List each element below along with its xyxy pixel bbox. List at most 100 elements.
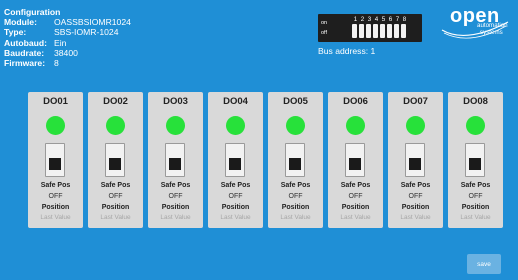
dip-number: 5 — [381, 16, 386, 23]
output-toggle-switch[interactable] — [285, 143, 305, 177]
channel-name: DO03 — [163, 96, 188, 107]
dip-off-label: off — [321, 30, 328, 36]
safe-pos-value[interactable]: OFF — [448, 193, 503, 200]
dip-number: 8 — [402, 16, 407, 23]
safe-pos-label: Safe Pos — [340, 182, 371, 189]
output-toggle-switch[interactable] — [465, 143, 485, 177]
channel-name: DO07 — [403, 96, 428, 107]
toggle-knob — [229, 158, 241, 170]
position-value[interactable]: Last Value — [448, 214, 503, 221]
configuration-title: Configuration — [4, 7, 61, 17]
config-value: Ein — [54, 37, 67, 48]
channel-card-do02: DO02 Safe Pos OFF Position Last Value — [88, 92, 143, 228]
toggle-knob — [409, 158, 421, 170]
dip-switch-lever — [401, 24, 406, 38]
channel-card-do07: DO07 Safe Pos OFF Position Last Value — [388, 92, 443, 228]
dip-switch-lever — [394, 24, 399, 38]
position-label: Position — [461, 204, 490, 211]
configuration-panel: Configuration Module: OASSBSIOMR1024 Typ… — [4, 7, 131, 68]
channel-name: DO04 — [223, 96, 248, 107]
toggle-knob — [49, 158, 61, 170]
dip-switch-lever — [373, 24, 378, 38]
output-toggle-switch[interactable] — [405, 143, 425, 177]
safe-pos-value[interactable]: OFF — [388, 193, 443, 200]
position-value[interactable]: Last Value — [28, 214, 83, 221]
config-row-type: Type: SBS-IOMR-1024 — [4, 27, 131, 37]
config-key: Type: — [4, 27, 27, 38]
channel-card-do03: DO03 Safe Pos OFF Position Last Value — [148, 92, 203, 228]
logo-line-1: automation — [477, 22, 508, 29]
safe-pos-label: Safe Pos — [40, 182, 71, 189]
position-label: Position — [101, 204, 130, 211]
channel-name: DO06 — [343, 96, 368, 107]
safe-pos-value[interactable]: OFF — [208, 193, 263, 200]
config-value: OASSBSIOMR1024 — [54, 17, 131, 28]
position-value[interactable]: Last Value — [388, 214, 443, 221]
logo-line-2: systems — [480, 29, 503, 36]
status-led-icon — [346, 116, 365, 135]
dip-switch-lever — [359, 24, 364, 38]
config-row-module: Module: OASSBSIOMR1024 — [4, 17, 131, 27]
dip-switch-lever — [387, 24, 392, 38]
channel-card-do06: DO06 Safe Pos OFF Position Last Value — [328, 92, 383, 228]
position-label: Position — [401, 204, 430, 211]
position-label: Position — [281, 204, 310, 211]
position-value[interactable]: Last Value — [88, 214, 143, 221]
dip-switch-lever — [352, 24, 357, 38]
config-row-baudrate: Baudrate: 38400 — [4, 48, 131, 58]
toggle-knob — [289, 158, 301, 170]
position-label: Position — [41, 204, 70, 211]
toggle-knob — [169, 158, 181, 170]
safe-pos-value[interactable]: OFF — [28, 193, 83, 200]
position-label: Position — [341, 204, 370, 211]
status-led-icon — [226, 116, 245, 135]
channel-name: DO05 — [283, 96, 308, 107]
dip-switch-lever — [380, 24, 385, 38]
channel-list: DO01 Safe Pos OFF Position Last Value DO… — [28, 92, 503, 228]
dip-on-label: on — [321, 20, 328, 26]
channel-card-do04: DO04 Safe Pos OFF Position Last Value — [208, 92, 263, 228]
output-toggle-switch[interactable] — [345, 143, 365, 177]
safe-pos-label: Safe Pos — [220, 182, 251, 189]
position-value[interactable]: Last Value — [268, 214, 323, 221]
status-led-icon — [406, 116, 425, 135]
status-led-icon — [466, 116, 485, 135]
safe-pos-value[interactable]: OFF — [148, 193, 203, 200]
safe-pos-label: Safe Pos — [280, 182, 311, 189]
config-value: 8 — [54, 58, 59, 69]
toggle-knob — [469, 158, 481, 170]
save-button[interactable]: save — [467, 254, 501, 274]
channel-name: DO02 — [103, 96, 128, 107]
output-toggle-switch[interactable] — [105, 143, 125, 177]
safe-pos-value[interactable]: OFF — [328, 193, 383, 200]
output-toggle-switch[interactable] — [225, 143, 245, 177]
output-toggle-switch[interactable] — [45, 143, 65, 177]
company-logo: open automation systems — [436, 5, 512, 40]
safe-pos-label: Safe Pos — [400, 182, 431, 189]
dip-number: 7 — [395, 16, 400, 23]
config-key: Autobaud: — [4, 37, 47, 48]
position-label: Position — [221, 204, 250, 211]
dip-number: 6 — [388, 16, 393, 23]
position-value[interactable]: Last Value — [328, 214, 383, 221]
channel-card-do01: DO01 Safe Pos OFF Position Last Value — [28, 92, 83, 228]
output-toggle-switch[interactable] — [165, 143, 185, 177]
status-led-icon — [166, 116, 185, 135]
safe-pos-value[interactable]: OFF — [268, 193, 323, 200]
position-value[interactable]: Last Value — [208, 214, 263, 221]
channel-card-do05: DO05 Safe Pos OFF Position Last Value — [268, 92, 323, 228]
toggle-knob — [349, 158, 361, 170]
safe-pos-value[interactable]: OFF — [88, 193, 143, 200]
status-led-icon — [286, 116, 305, 135]
dip-number: 2 — [360, 16, 365, 23]
toggle-knob — [109, 158, 121, 170]
config-key: Module: — [4, 17, 37, 28]
config-key: Baudrate: — [4, 47, 45, 58]
position-label: Position — [161, 204, 190, 211]
dip-numbers: 1 2 3 4 5 6 7 8 — [352, 16, 408, 23]
config-value: 38400 — [54, 47, 78, 58]
bus-address: Bus address: 1 — [318, 46, 376, 56]
dip-number: 1 — [353, 16, 358, 23]
dip-switch-block: on off 1 2 3 4 5 6 7 8 — [318, 14, 422, 42]
position-value[interactable]: Last Value — [148, 214, 203, 221]
